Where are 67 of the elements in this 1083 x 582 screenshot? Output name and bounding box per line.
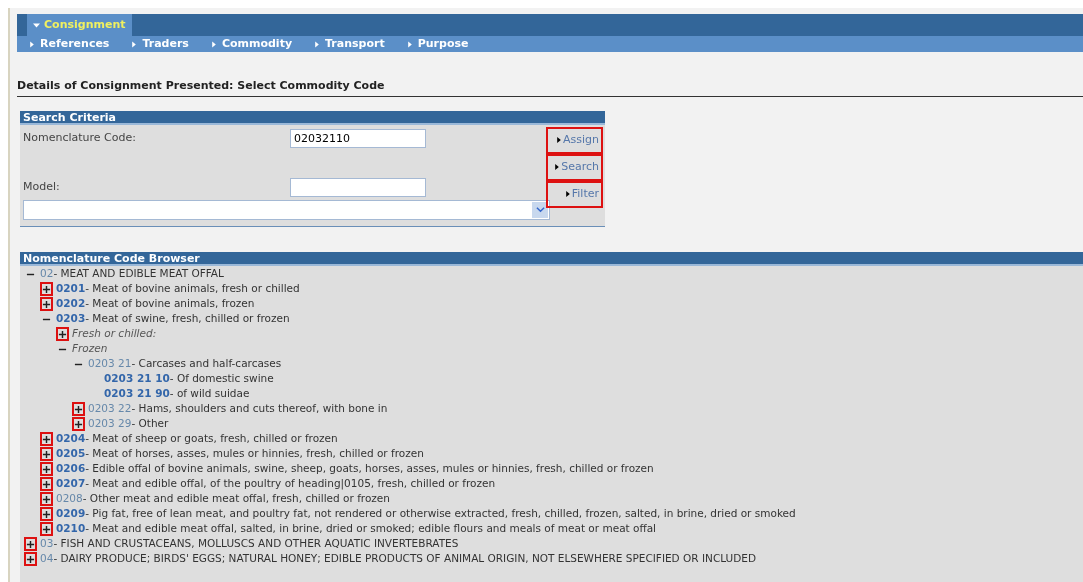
plus-icon <box>42 449 51 459</box>
action-link[interactable]: Filter <box>546 180 603 208</box>
tree-item[interactable]: 0203 22- Hams, shoulders and cuts thereof, with bone in <box>88 401 388 417</box>
tree-item[interactable]: Frozen <box>72 341 108 357</box>
expand-toggle[interactable] <box>24 537 37 551</box>
plus-icon <box>74 419 83 429</box>
tree-item[interactable]: 0203 29- Other <box>88 416 169 432</box>
expand-toggle[interactable] <box>40 477 53 491</box>
dropdown-field[interactable] <box>23 199 550 220</box>
text-field[interactable]: 02032110 <box>290 129 426 148</box>
tree-item[interactable]: 0202- Meat of bovine animals, frozen <box>56 296 255 312</box>
expand-toggle[interactable] <box>40 282 53 296</box>
panel-title: Nomenclature Code Browser <box>20 251 1083 266</box>
expand-toggle[interactable] <box>40 432 53 446</box>
plus-icon <box>42 464 51 474</box>
expand-toggle[interactable] <box>72 402 85 416</box>
tree-item[interactable]: 0209- Pig fat, free of lean meat, and poultry fat, not rendered or otherwise extracted, fresh, chilled, frozen, salted, in brine, dried or smoked <box>56 506 796 522</box>
expand-toggle[interactable] <box>40 522 53 536</box>
tree-item[interactable]: 0203 21 10- Of domestic swine <box>104 371 274 387</box>
expand-toggle[interactable] <box>72 417 85 431</box>
field-label: Model: <box>23 179 61 196</box>
plus-icon <box>74 404 83 414</box>
tree-item[interactable]: 0204- Meat of sheep or goats, fresh, chilled or frozen <box>56 431 338 447</box>
tree-item[interactable]: 0207- Meat and edible offal, of the poultry of heading|0105, fresh, chilled or frozen <box>56 476 496 492</box>
plus-icon <box>58 329 67 339</box>
caret-icon <box>564 190 571 198</box>
plus-icon <box>26 554 35 564</box>
expand-toggle[interactable] <box>24 552 37 566</box>
caret-icon <box>210 40 217 48</box>
caret-icon <box>314 40 321 48</box>
caret-icon <box>131 40 138 48</box>
panel-title: Search Criteria <box>20 110 605 125</box>
caret-icon <box>406 40 413 48</box>
plus-icon <box>42 299 51 309</box>
tree-item[interactable]: 03- FISH AND CRUSTACEANS, MOLLUSCS AND OTHER AQUATIC INVERTEBRATES <box>40 536 459 552</box>
page-title: Details of Consignment Presented: Select Commodity Code <box>17 78 1083 97</box>
expand-toggle[interactable] <box>40 447 53 461</box>
tree-item[interactable]: 0203 21- Carcases and half-carcases <box>88 356 282 372</box>
plus-icon <box>42 494 51 504</box>
expand-toggle[interactable] <box>40 507 53 521</box>
plus-icon <box>26 539 35 549</box>
tree-item[interactable]: 0201- Meat of bovine animals, fresh or chilled <box>56 281 300 297</box>
tree-item[interactable]: 0203- Meat of swine, fresh, chilled or frozen <box>56 311 290 327</box>
tree-item[interactable]: Fresh or chilled: <box>72 326 157 342</box>
tree-item[interactable]: 0206- Edible offal of bovine animals, swine, sheep, goats, horses, asses, mules or hinnies, fresh, chilled or frozen <box>56 461 654 477</box>
tree-item[interactable]: 0203 21 90- of wild suidae <box>104 386 250 402</box>
caret-icon <box>29 40 35 48</box>
plus-icon <box>42 284 51 294</box>
expand-toggle[interactable] <box>40 297 53 311</box>
tree-item[interactable]: 0208- Other meat and edible meat offal, fresh, chilled or frozen <box>56 491 390 507</box>
tree-item[interactable]: 0210- Meat and edible meat offal, salted, in brine, dried or smoked; edible flours and meals of meat or meat offal <box>56 521 657 537</box>
plus-icon <box>42 509 51 519</box>
plus-icon <box>42 524 51 534</box>
action-link[interactable]: Search <box>546 153 603 181</box>
expand-toggle[interactable] <box>40 462 53 476</box>
expand-toggle[interactable] <box>40 492 53 506</box>
field-label: Nomenclature Code: <box>23 130 137 147</box>
plus-icon <box>42 434 51 444</box>
tree-item[interactable]: 04- DAIRY PRODUCE; BIRDS' EGGS; NATURAL HONEY; EDIBLE PRODUCTS OF ANIMAL ORIGIN, NOT ELSEWHERE SPECIFIED OR INCLUDED <box>40 551 757 567</box>
expand-toggle[interactable] <box>56 327 69 341</box>
plus-icon <box>42 479 51 489</box>
tree-item[interactable]: 02- MEAT AND EDIBLE MEAT OFFAL <box>40 266 224 282</box>
text-field[interactable] <box>290 178 426 197</box>
caret-icon <box>33 21 40 29</box>
tree-item[interactable]: 0205- Meat of horses, asses, mules or hinnies, fresh, chilled or frozen <box>56 446 424 462</box>
caret-icon <box>556 136 562 144</box>
caret-icon <box>554 163 561 171</box>
